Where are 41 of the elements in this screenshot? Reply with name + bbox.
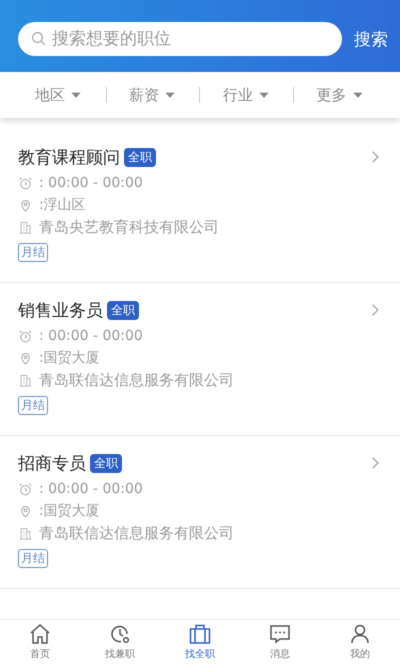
filter-dropdown[interactable]: 更多 <box>312 84 369 106</box>
job-location: :国贸大厦 <box>39 502 100 520</box>
company-name: 青岛联信达信息服务有限公司 <box>39 370 234 390</box>
briefcase-icon <box>188 622 212 646</box>
work-hours: : 00:00 - 00:00 <box>39 481 143 497</box>
job-card[interactable]: 招商专员 全职 : 00:00 - 00:00 :国贸大厦 青岛联信达信息服务有限公司 月结 <box>0 436 400 589</box>
job-type-tag: 全职 <box>124 148 156 166</box>
job-card[interactable]: 销售业务员 全职 : 00:00 - 00:00 :国贸大厦 青岛联信达信息服务有限公司 月结 <box>0 283 400 436</box>
work-hours: : 00:00 - 00:00 <box>39 328 143 344</box>
tab-item[interactable]: 找兼职 <box>80 620 160 666</box>
building-icon <box>18 526 33 540</box>
company-name: 青岛联信达信息服务有限公司 <box>39 524 234 542</box>
job-title: 销售业务员 <box>18 300 103 322</box>
job-location: :浮山区 <box>39 196 86 214</box>
pay-tag: 月结 <box>18 243 48 262</box>
alarm-clock-icon <box>18 482 33 496</box>
filter-dropdown[interactable]: 行业 <box>218 84 275 106</box>
home-icon <box>28 622 52 646</box>
job-card[interactable]: 教育课程顾问 全职 : 00:00 - 00:00 :浮山区 青岛央艺教育科技有限公司 月结 <box>0 130 400 283</box>
tab-item[interactable]: 首页 <box>0 620 80 666</box>
tab-item[interactable]: 找全职 <box>160 620 240 666</box>
pay-tag: 月结 <box>18 549 48 568</box>
filter-dropdown[interactable]: 薪资 <box>125 84 182 106</box>
job-title: 招商专员 <box>18 452 86 474</box>
job-location: :国贸大厦 <box>39 349 100 367</box>
alarm-clock-icon <box>18 176 33 190</box>
search-field[interactable]: 搜索想要的职位 <box>18 22 342 56</box>
filter-dropdown[interactable]: 地区 <box>31 84 88 106</box>
search-icon <box>30 30 48 48</box>
job-title: 教育课程顾问 <box>18 146 120 168</box>
company-name: 青岛央艺教育科技有限公司 <box>39 218 219 236</box>
pay-tag: 月结 <box>18 396 48 415</box>
search-button[interactable]: 搜索 <box>352 24 390 54</box>
job-type-tag: 全职 <box>107 300 139 320</box>
building-icon <box>18 220 33 234</box>
building-icon <box>18 372 33 388</box>
work-hours: : 00:00 - 00:00 <box>39 175 143 191</box>
alarm-clock-icon <box>18 328 33 344</box>
job-type-tag: 全职 <box>90 454 122 472</box>
tab-item[interactable]: 消息 <box>240 620 320 666</box>
tab-item[interactable]: 我的 <box>320 620 400 666</box>
